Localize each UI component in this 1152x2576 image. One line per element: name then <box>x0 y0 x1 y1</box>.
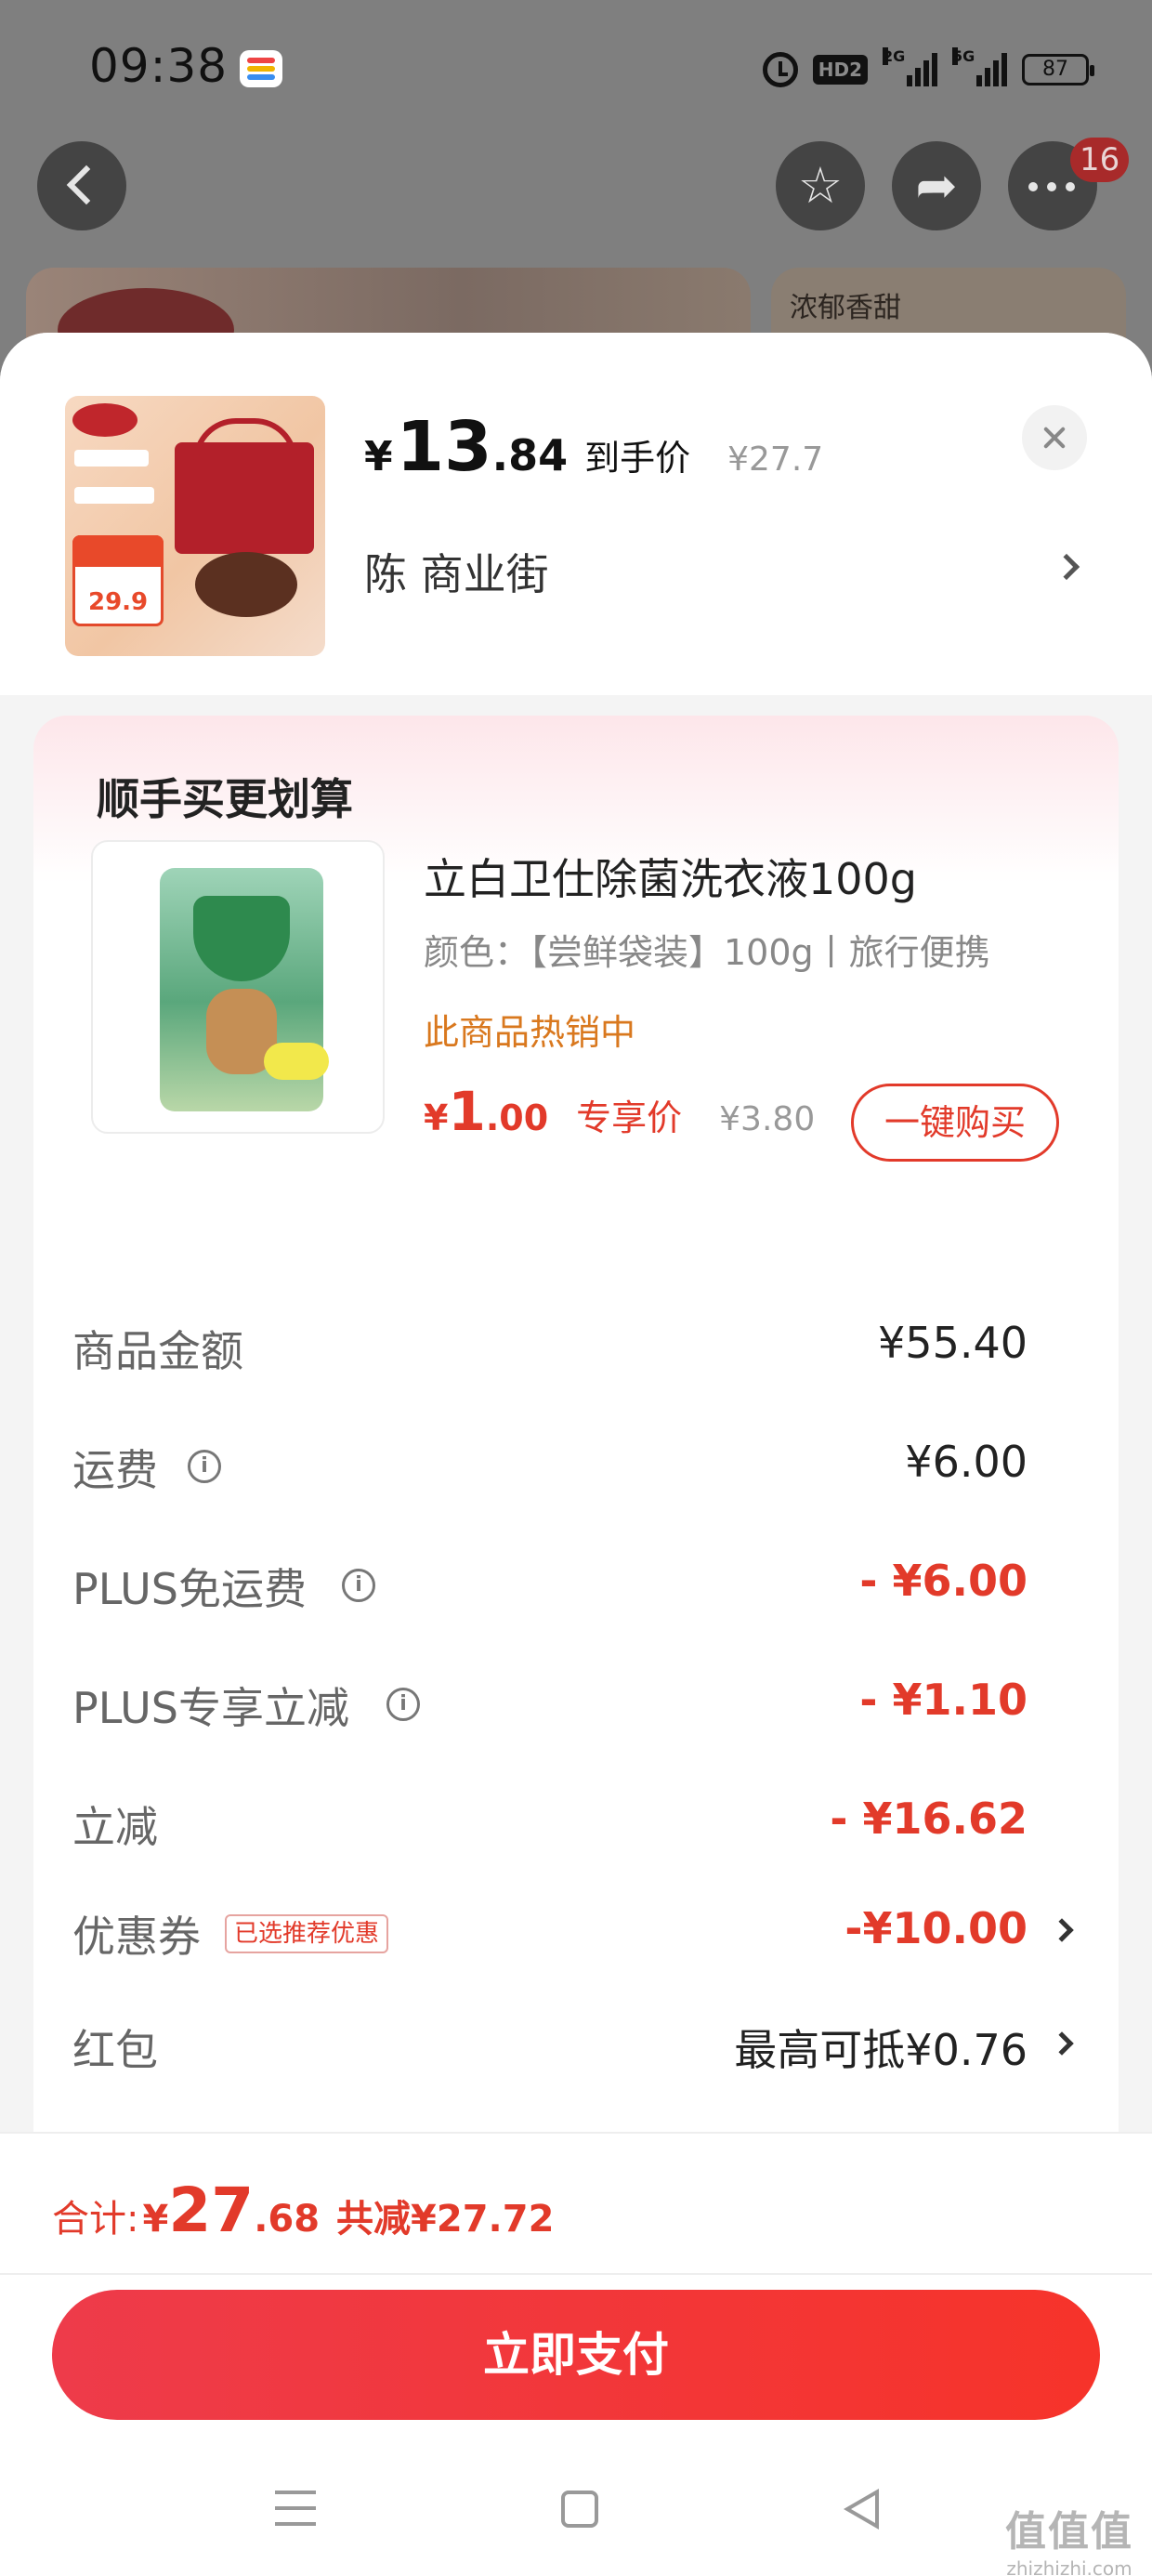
upsell-price-dec: .00 <box>485 1097 549 1138</box>
fee-value: 最高可抵¥0.76 <box>734 2025 1028 2075</box>
status-bar: 09:38 HD2 2G 5G 87 <box>0 0 1152 139</box>
home-icon[interactable] <box>561 2491 598 2528</box>
upsell-product-name[interactable]: 立白卫仕除菌洗衣液100g <box>424 846 917 907</box>
header-price: ¥ 13 .84 到手价 ¥27.7 <box>364 407 823 487</box>
fee-row-red-packet[interactable]: 红包 最高可抵¥0.76 <box>33 2005 1119 2080</box>
upsell-price: ¥ 1 .00 专享价 ¥3.80 <box>424 1080 815 1143</box>
signal-5g-icon: 5G <box>952 47 1007 86</box>
chevron-right-icon <box>1050 1918 1074 1942</box>
info-icon[interactable]: i <box>342 1569 375 1602</box>
star-icon: ☆ <box>797 156 844 215</box>
battery-icon: 87 <box>1022 54 1094 85</box>
favorite-button[interactable]: ☆ <box>776 141 865 230</box>
product-thumbnail[interactable]: 29.9 <box>65 396 325 656</box>
chevron-right-icon <box>1053 553 1080 581</box>
fee-label: 立减 <box>72 1802 158 1852</box>
system-navigation-bar <box>0 2453 1152 2565</box>
fee-row-coupon[interactable]: 优惠券 已选推荐优惠 -¥10.00 <box>33 1892 1119 1966</box>
upsell-price-label: 专享价 <box>576 1097 683 1138</box>
one-click-buy-button[interactable]: 一键购买 <box>851 1084 1059 1162</box>
app-notification-icon <box>240 50 282 87</box>
fee-label: 红包 <box>72 2025 158 2075</box>
address-row[interactable]: 陈 商业街 <box>364 533 1089 608</box>
header-price-label: 到手价 <box>584 438 691 479</box>
fee-summary-card: 商品金额 ¥55.40 运费 i ¥6.00 PLUS免运费 i - ¥6.00… <box>33 1255 1119 2184</box>
fee-value: ¥6.00 <box>905 1437 1028 1487</box>
fee-row-goods: 商品金额 ¥55.40 <box>33 1307 1119 1381</box>
back-button[interactable] <box>37 141 126 230</box>
chevron-right-icon <box>1050 2031 1074 2056</box>
nav-back-icon[interactable] <box>844 2489 879 2530</box>
fee-row-plus-free-shipping: PLUS免运费 i - ¥6.00 <box>33 1544 1119 1619</box>
notification-badge: 16 <box>1070 138 1130 182</box>
total-saved: 共减¥27.72 <box>336 2198 555 2241</box>
info-icon[interactable]: i <box>386 1688 420 1721</box>
watermark: 值值值 zhizhizhi.com <box>1005 2498 1133 2576</box>
fee-value: - ¥6.00 <box>859 1556 1028 1606</box>
upsell-title: 顺手买更划算 <box>97 774 353 824</box>
fee-label: 优惠券 <box>72 1912 201 1962</box>
fee-row-shipping: 运费 i ¥6.00 <box>33 1426 1119 1500</box>
share-icon: ➦ <box>915 156 958 215</box>
fee-value: -¥10.00 <box>844 1903 1028 1953</box>
fee-value: - ¥1.10 <box>859 1675 1028 1725</box>
fee-label: PLUS专享立减 <box>72 1683 349 1733</box>
back-icon <box>66 164 107 205</box>
total-dec: .68 <box>254 2198 321 2241</box>
fee-row-instant-discount: 立减 - ¥16.62 <box>33 1782 1119 1857</box>
status-icons: HD2 2G 5G 87 <box>762 46 1094 93</box>
fee-row-plus-discount: PLUS专享立减 i - ¥1.10 <box>33 1663 1119 1738</box>
upsell-price-yen: ¥ <box>424 1097 449 1138</box>
divider <box>0 2273 1152 2275</box>
total-amount: 合计: ¥ 27 .68 共减¥27.72 <box>52 2175 554 2246</box>
total-yen: ¥ <box>142 2198 169 2241</box>
total-int: 27 <box>168 2175 255 2246</box>
upsell-product-spec[interactable]: 颜色：【尝鲜袋装】100g丨旅行便携 <box>424 924 990 975</box>
product-header: 29.9 ¥ 13 .84 到手价 ¥27.7 陈 商业街 <box>0 333 1152 695</box>
fee-label: 运费 <box>72 1445 158 1495</box>
watermark-url: zhizhizhi.com <box>1006 2557 1132 2576</box>
promo-banner-text: 浓郁香甜 <box>790 292 901 324</box>
watermark-logo: 值值值 <box>1005 2508 1133 2556</box>
header-price-dec: .84 <box>491 430 569 480</box>
info-icon[interactable]: i <box>188 1450 221 1483</box>
header-original-price: ¥27.7 <box>727 440 824 479</box>
address-text: 陈 商业街 <box>364 549 549 599</box>
fee-label: 商品金额 <box>72 1326 243 1376</box>
coupon-tag: 已选推荐优惠 <box>225 1914 389 1953</box>
fee-value: ¥55.40 <box>878 1318 1028 1368</box>
upsell-price-int: 1 <box>448 1080 486 1143</box>
status-time: 09:38 <box>89 39 229 93</box>
alarm-icon <box>762 52 798 87</box>
upsell-hot-text: 此商品热销中 <box>424 1012 636 1053</box>
total-label: 合计: <box>52 2198 139 2241</box>
header-price-yen: ¥ <box>364 433 393 480</box>
menu-icon[interactable] <box>275 2491 316 2526</box>
share-button[interactable]: ➦ <box>892 141 981 230</box>
upsell-product-image[interactable] <box>91 840 385 1134</box>
more-icon <box>1028 182 1075 191</box>
close-button[interactable] <box>1022 405 1087 470</box>
hd-icon: HD2 <box>812 55 868 85</box>
header-price-int: 13 <box>396 407 492 487</box>
fee-value: - ¥16.62 <box>830 1794 1028 1844</box>
checkout-sheet: 29.9 ¥ 13 .84 到手价 ¥27.7 陈 商业街 顺手买更划算 立白卫… <box>0 333 1152 2576</box>
pay-now-button[interactable]: 立即支付 <box>52 2290 1100 2420</box>
signal-2g-icon: 2G <box>883 47 937 86</box>
upsell-original-price: ¥3.80 <box>719 1100 816 1138</box>
fee-label: PLUS免运费 <box>72 1564 307 1614</box>
